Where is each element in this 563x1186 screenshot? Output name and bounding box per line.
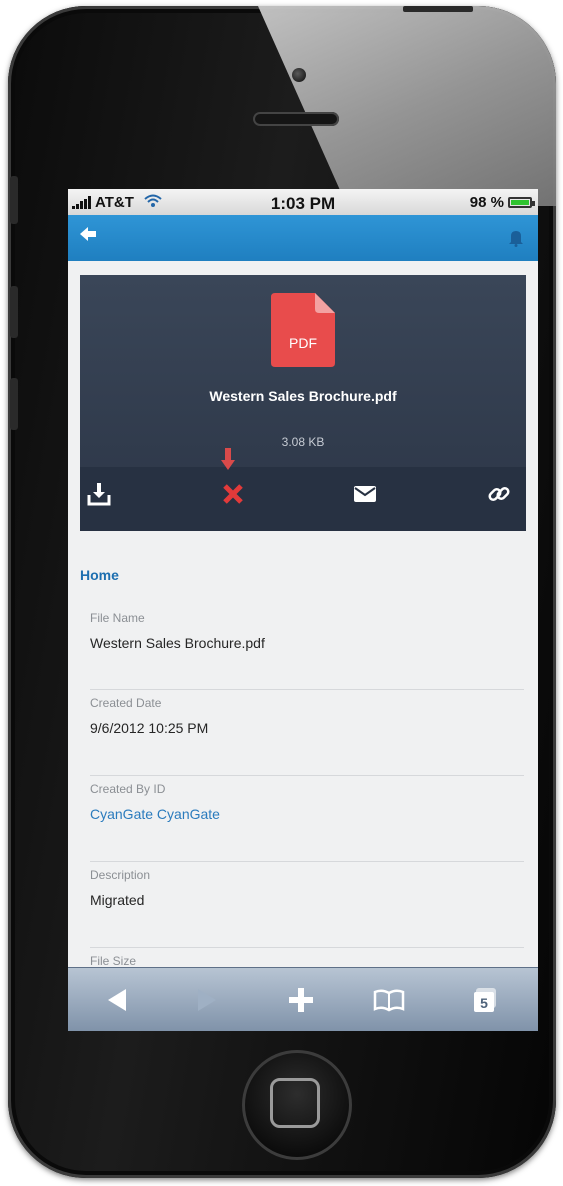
- section-title[interactable]: Home: [80, 567, 119, 583]
- divider: [90, 861, 524, 862]
- status-time: 1:03 PM: [270, 194, 336, 213]
- file-action-bar: [80, 467, 526, 531]
- field-created-by: Created By ID CyanGate CyanGate: [90, 782, 524, 822]
- field-value: 9/6/2012 10:25 PM: [90, 720, 209, 736]
- field-created-date: Created Date 9/6/2012 10:25 PM: [90, 696, 524, 736]
- sleep-button: [403, 6, 473, 12]
- back-icon[interactable]: [100, 984, 136, 1016]
- email-icon[interactable]: [352, 481, 382, 511]
- field-label: File Name: [90, 611, 145, 625]
- download-icon[interactable]: [86, 481, 116, 511]
- pdf-file-icon: [271, 293, 335, 367]
- volume-down-button: [10, 378, 18, 430]
- browser-toolbar: 5: [68, 967, 538, 1031]
- app-nav-bar: [68, 215, 538, 261]
- volume-up-button: [10, 286, 18, 338]
- file-preview-card: PDF Western Sales Brochure.pdf 3.08 KB: [80, 275, 526, 531]
- file-title: Western Sales Brochure.pdf: [209, 388, 397, 404]
- field-label: Description: [90, 868, 151, 882]
- divider: [90, 947, 524, 948]
- phone-frame: AT&T 1:03 PM 98 % PDF Western Sales Broc…: [8, 6, 556, 1178]
- delete-icon[interactable]: [220, 481, 250, 511]
- bell-icon[interactable]: [508, 229, 524, 247]
- phone-screen: AT&T 1:03 PM 98 % PDF Western Sales Broc…: [68, 189, 538, 1031]
- pdf-type-label: PDF: [289, 335, 317, 351]
- home-button[interactable]: [242, 1050, 352, 1160]
- field-file-size: File Size: [90, 954, 524, 968]
- red-down-arrow-icon: [221, 448, 235, 470]
- mute-switch: [10, 176, 18, 224]
- home-button-icon: [270, 1078, 320, 1128]
- forward-icon[interactable]: [190, 984, 226, 1016]
- battery-icon: [508, 197, 535, 208]
- battery-level: [511, 200, 529, 205]
- field-value: Migrated: [90, 892, 145, 908]
- created-by-link[interactable]: CyanGate CyanGate: [90, 806, 524, 822]
- field-label: Created By ID: [90, 782, 166, 796]
- add-icon[interactable]: [284, 984, 320, 1016]
- earpiece-speaker: [253, 112, 339, 126]
- tabs-count: 5: [480, 995, 488, 1011]
- divider: [90, 689, 524, 690]
- tabs-icon[interactable]: 5: [468, 984, 504, 1016]
- field-value: Western Sales Brochure.pdf: [90, 635, 265, 651]
- status-bar: AT&T 1:03 PM 98 %: [68, 189, 538, 215]
- file-size: 3.08 KB: [281, 435, 325, 449]
- divider: [90, 775, 524, 776]
- field-label: File Size: [90, 954, 137, 968]
- link-icon[interactable]: [486, 481, 516, 511]
- bookmarks-icon[interactable]: [372, 984, 408, 1016]
- field-label: Created Date: [90, 696, 162, 710]
- field-description: Description Migrated: [90, 868, 524, 908]
- front-camera: [292, 68, 306, 82]
- status-right: 98 %: [469, 194, 535, 211]
- phone-glare: [258, 6, 556, 206]
- battery-percent: 98 %: [469, 194, 504, 211]
- back-arrow-icon[interactable]: [74, 223, 102, 251]
- field-file-name: File Name Western Sales Brochure.pdf: [90, 611, 524, 651]
